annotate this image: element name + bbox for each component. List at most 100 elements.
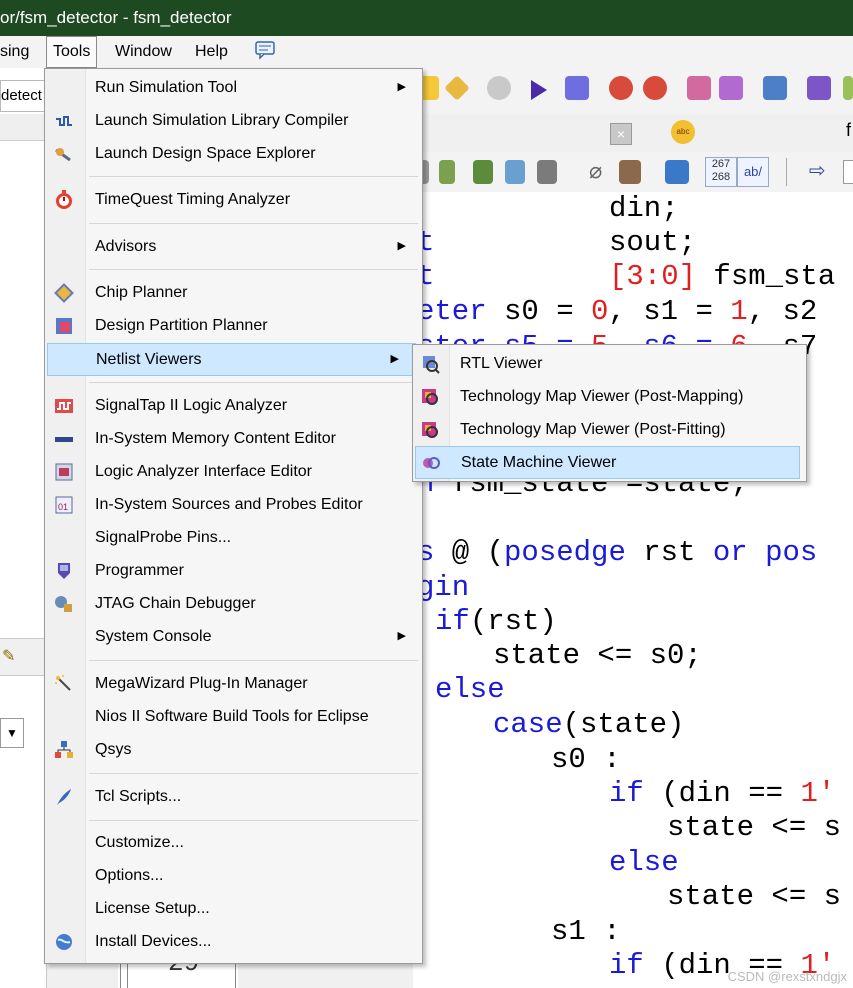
menu-item-advisors[interactable]: Advisors ▶ (45, 231, 422, 262)
code-line: else (609, 846, 679, 879)
tab-label[interactable]: f (846, 120, 851, 141)
check-icon[interactable] (665, 160, 689, 184)
code-line: [3:0] fsm_sta (609, 260, 836, 293)
panel-icon[interactable] (843, 160, 853, 184)
svg-text:01: 01 (58, 502, 68, 512)
code-editor[interactable]: din; t sout; t [3:0] fsm_sta eter s0 = 0… (413, 192, 853, 988)
code-line: s0 : (551, 743, 621, 776)
code-line: else (435, 673, 505, 706)
menu-separator (89, 223, 418, 224)
menu-item-timequest-timing-analyzer[interactable]: TimeQuest Timing Analyzer (45, 184, 422, 215)
menu-separator (89, 269, 418, 270)
jtag-icon (54, 594, 74, 614)
memory-icon (54, 429, 74, 449)
menu-item-qsys[interactable]: Qsys (45, 734, 422, 765)
hand-icon[interactable] (807, 76, 831, 100)
play-icon[interactable] (531, 80, 547, 100)
more-icon[interactable] (843, 76, 853, 100)
analysis-icon[interactable] (444, 75, 470, 101)
probes-icon: 01 (54, 495, 74, 515)
submenu-arrow-icon: ▶ (390, 353, 399, 365)
netlist-icon[interactable] (687, 76, 711, 100)
menu-item-install-devices[interactable]: Install Devices... (45, 926, 422, 957)
waveform-icon (54, 111, 74, 131)
run-check-icon[interactable] (565, 76, 589, 100)
title-bar: or/fsm_detector - fsm_detector (0, 0, 853, 36)
arrow-right-icon[interactable]: ⇨ (809, 158, 826, 183)
timer-icon[interactable] (609, 76, 633, 100)
menu-item-launch-design-space-explorer[interactable]: Launch Design Space Explorer (45, 138, 422, 169)
submenu-arrow-icon: ▶ (397, 81, 406, 93)
dropdown-arrow-icon[interactable]: ▼ (0, 718, 24, 748)
tools-menu: Run Simulation Tool ▶ Launch Simulation … (44, 68, 423, 964)
window-title: or/fsm_detector - fsm_detector (0, 8, 232, 27)
menu-item-logic-analyzer-interface-editor[interactable]: Logic Analyzer Interface Editor (45, 456, 422, 487)
bookmark-next-icon[interactable] (473, 160, 493, 184)
menu-item-design-partition-planner[interactable]: Design Partition Planner (45, 310, 422, 341)
menu-item-signalprobe-pins[interactable]: SignalProbe Pins... (45, 522, 422, 553)
submenu-arrow-icon: ▶ (397, 240, 406, 252)
menu-item-signaltap-ii-logic-analyzer[interactable]: SignalTap II Logic Analyzer (45, 390, 422, 421)
menu-item-netlist-viewers[interactable]: Netlist Viewers ▶ (47, 343, 416, 376)
wand-icon (54, 674, 74, 694)
menu-tools[interactable]: Tools (46, 36, 98, 68)
menu-item-run-simulation-tool[interactable]: Run Simulation Tool ▶ (45, 72, 422, 103)
stop-icon[interactable] (487, 76, 511, 100)
chip-edit-icon[interactable] (719, 76, 743, 100)
menu-item-nios-ii-software-build-tools[interactable]: Nios II Software Build Tools for Eclipse (45, 701, 422, 732)
menu-window[interactable]: Window (109, 36, 178, 68)
menu-help[interactable]: Help (189, 36, 234, 68)
menu-item-rtl-viewer[interactable]: RTL Viewer (413, 348, 806, 379)
wand-icon: ✎ (2, 648, 16, 665)
programmer-toolbar-icon[interactable] (763, 76, 787, 100)
menu-item-chip-planner[interactable]: Chip Planner (45, 277, 422, 308)
code-line: case(state) (493, 708, 685, 741)
menu-bar: sing Tools Window Help (0, 36, 853, 69)
ip-catalog-tab[interactable]: ✎ (0, 638, 46, 676)
menu-item-tcl-scripts[interactable]: Tcl Scripts... (45, 781, 422, 812)
globe-icon (54, 932, 74, 952)
menu-item-system-console[interactable]: System Console ▶ (45, 621, 422, 652)
code-line: state <= s0; (493, 639, 702, 672)
submenu-arrow-icon: ▶ (397, 630, 406, 642)
menu-item-megawizard-plug-in-manager[interactable]: MegaWizard Plug-In Manager (45, 668, 422, 699)
panel-header (0, 114, 46, 141)
word-wrap-icon[interactable]: ab/ (737, 157, 769, 187)
menu-item-jtag-chain-debugger[interactable]: JTAG Chain Debugger (45, 588, 422, 619)
block-icon[interactable] (537, 160, 557, 184)
menu-item-technology-map-viewer-post-fitting[interactable]: Technology Map Viewer (Post-Fitting) (413, 414, 806, 445)
editor-tab-bar: × abc f (413, 114, 853, 153)
line-number-icon[interactable]: 267 268 (705, 157, 737, 187)
techmap-icon (420, 387, 440, 407)
menu-separator (89, 820, 418, 821)
timequest-icon[interactable] (643, 76, 667, 100)
menu-item-programmer[interactable]: Programmer (45, 555, 422, 586)
menu-item-customize[interactable]: Customize... (45, 827, 422, 858)
bookmark-clear-icon[interactable] (505, 160, 525, 184)
scroll-icon[interactable] (619, 160, 641, 184)
menu-processing[interactable]: sing (0, 36, 35, 68)
menu-item-options[interactable]: Options... (45, 860, 422, 891)
code-line: state <= s (667, 811, 842, 844)
bookmark-icon[interactable] (439, 160, 455, 184)
project-navigator: detect ✎ ▼ (0, 68, 48, 988)
chip-icon (54, 283, 74, 303)
main-toolbar (413, 68, 853, 115)
menu-item-launch-simulation-library-compiler[interactable]: Launch Simulation Library Compiler (45, 105, 422, 136)
menu-item-in-system-memory-content-editor[interactable]: In-System Memory Content Editor (45, 423, 422, 454)
menu-separator (89, 660, 418, 661)
menu-item-technology-map-viewer-post-mapping[interactable]: Technology Map Viewer (Post-Mapping) (413, 381, 806, 412)
menu-item-in-system-sources-and-probes-editor[interactable]: 01 In-System Sources and Probes Editor (45, 489, 422, 520)
code-line: s @ (posedge rst or pos (417, 536, 818, 569)
state-machine-icon (421, 453, 441, 473)
help-balloon-icon[interactable] (254, 40, 276, 60)
menu-item-license-setup[interactable]: License Setup... (45, 893, 422, 924)
close-icon[interactable]: × (610, 123, 632, 145)
netlist-viewers-submenu: RTL Viewer Technology Map Viewer (Post-M… (412, 344, 807, 482)
abc-icon[interactable]: abc (671, 120, 695, 144)
code-line: s1 : (551, 915, 621, 948)
menu-item-state-machine-viewer[interactable]: State Machine Viewer (415, 446, 800, 479)
rtl-viewer-icon (420, 354, 440, 374)
paperclip-icon[interactable]: ⌀ (589, 158, 602, 184)
project-field[interactable]: detect (0, 80, 48, 112)
